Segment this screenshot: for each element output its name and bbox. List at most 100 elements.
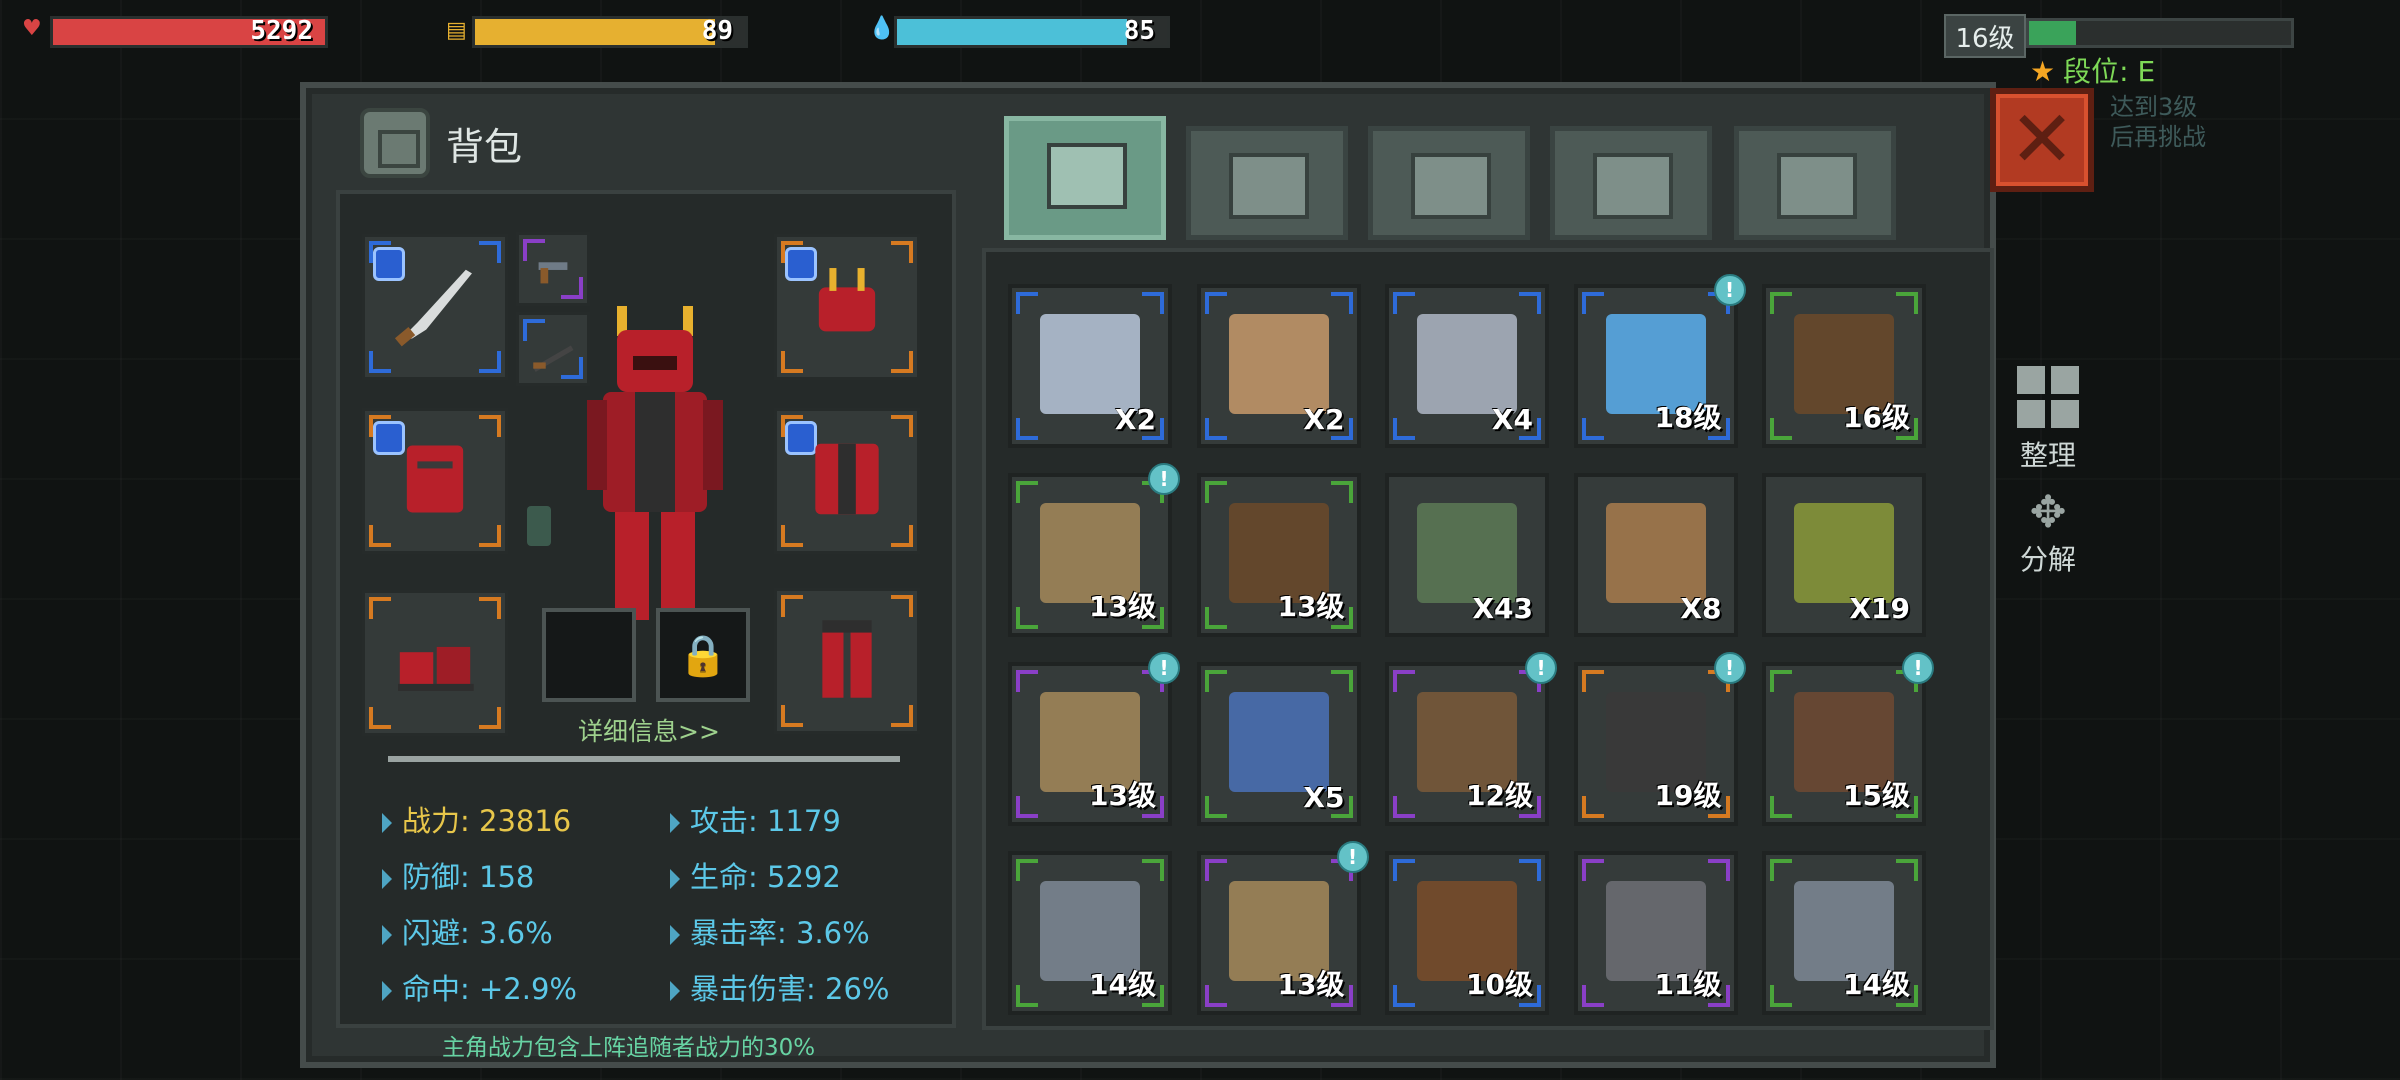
water-drop-icon: 💧	[868, 16, 896, 41]
inventory-slot-pants[interactable]: 13级!	[1008, 652, 1180, 826]
item-quantity: X43	[1472, 592, 1533, 625]
item-quantity: 15级	[1843, 779, 1910, 812]
hunger-bar: 89	[472, 16, 748, 48]
item-quantity: 19级	[1654, 779, 1722, 812]
item-quantity: 16级	[1843, 401, 1910, 434]
new-item-badge: !	[1713, 274, 1746, 306]
inventory-slot-soup-pot[interactable]: X43	[1385, 473, 1549, 637]
inventory-slot-pants[interactable]: 13级!	[1008, 463, 1180, 637]
rank-label: ★ 段位: E	[2030, 50, 2155, 90]
inventory-slot-boots[interactable]: 12级!	[1385, 652, 1557, 826]
decompose-icon: ✥	[2029, 487, 2067, 538]
seed-bag-icon	[1228, 314, 1329, 414]
item-quantity: X19	[1849, 592, 1910, 625]
inventory-slot-rifle[interactable]: 16级	[1762, 284, 1926, 448]
tab-materials[interactable]	[1368, 126, 1530, 240]
helmet-slot[interactable]	[774, 234, 920, 380]
arrow-icon	[670, 981, 680, 1001]
tab-backpack[interactable]	[1004, 116, 1166, 240]
inventory-slot-pants[interactable]: 13级!	[1196, 841, 1369, 1015]
inventory-slot-computer[interactable]: X5	[1196, 662, 1361, 826]
adhesive-icon	[1417, 314, 1517, 414]
herbs-icon	[1794, 503, 1894, 603]
inventory-slot-electric-blade[interactable]: 18级!	[1573, 274, 1746, 448]
close-button[interactable]: ✕	[1990, 88, 2094, 192]
new-item-badge: !	[1148, 463, 1180, 495]
stat-attack-text: 攻击: 1179	[690, 804, 841, 838]
weapon-slot-sub1[interactable]	[516, 232, 590, 306]
inventory-slot-herbs[interactable]: X19	[1762, 473, 1926, 637]
rank-text: 段位: E	[2063, 55, 2156, 88]
arrow-icon	[382, 813, 392, 833]
inventory-slot-seed-bag[interactable]: X2	[1196, 284, 1361, 448]
stat-life-text: 生命: 5292	[690, 860, 841, 894]
decompose-label: 分解	[2019, 543, 2076, 576]
backpack-icon	[1047, 143, 1127, 209]
item-quantity: 12级	[1466, 779, 1533, 812]
medkit-icon	[1229, 153, 1309, 219]
stat-dodge-text: 闪避: 3.6%	[402, 916, 553, 950]
arrow-icon	[382, 925, 392, 945]
item-quantity: 13级	[1277, 590, 1345, 623]
samurai-helmet-icon	[818, 268, 876, 332]
inventory-slot-revolver[interactable]: 14级	[1762, 851, 1926, 1015]
inventory-slot-grain-sack[interactable]: X8	[1573, 473, 1738, 637]
item-quantity: X4	[1491, 403, 1533, 436]
new-item-badge: !	[1525, 652, 1557, 684]
item-quantity: 13级	[1089, 590, 1156, 623]
panel-title: 背包	[446, 124, 523, 169]
tab-tools[interactable]	[1734, 126, 1896, 240]
item-quantity: 10级	[1466, 968, 1533, 1001]
item-quantity: X5	[1303, 781, 1345, 814]
armor-slot[interactable]	[362, 408, 508, 554]
arrow-icon	[670, 869, 680, 889]
stat-crit-rate: 暴击率: 3.6%	[670, 910, 870, 952]
lock-icon: 🔒	[678, 632, 728, 679]
boots-slot[interactable]	[362, 590, 508, 736]
water-value: 85	[1123, 16, 1155, 46]
item-quantity: 13级	[1089, 779, 1156, 812]
item-quantity: X2	[1303, 403, 1345, 436]
inventory-slot-leather-jacket[interactable]: 15级!	[1762, 652, 1934, 826]
stat-crit-damage-text: 暴击伤害: 26%	[690, 972, 890, 1006]
jacket-slot[interactable]	[774, 408, 920, 554]
level-progress-bar	[2026, 18, 2294, 48]
stat-hit-text: 命中: +2.9%	[402, 972, 577, 1006]
pants-slot[interactable]	[774, 588, 920, 734]
level-badge: 16级	[1944, 14, 2026, 58]
inventory-slot-adhesive[interactable]: X4	[1385, 284, 1549, 448]
star-icon: ★	[2030, 55, 2056, 88]
stat-crit-damage: 暴击伤害: 26%	[670, 966, 889, 1008]
hunger-value: 89	[701, 16, 733, 46]
stat-defense-text: 防御: 158	[402, 860, 535, 894]
inventory-slot-pistol[interactable]: 11级	[1573, 851, 1738, 1015]
food-icon: ▤	[446, 18, 467, 43]
panel-header: 背包	[360, 108, 522, 178]
arrow-icon	[382, 869, 392, 889]
weapon-slot-melee[interactable]	[362, 234, 508, 380]
item-quantity: 14级	[1089, 968, 1156, 1001]
item-quantity: X2	[1114, 403, 1156, 436]
stat-life: 生命: 5292	[670, 854, 841, 896]
health-bar: 5292	[50, 16, 328, 48]
sort-button[interactable]: 整理	[2012, 366, 2084, 474]
new-item-badge: !	[1902, 652, 1934, 684]
arrow-icon	[670, 813, 680, 833]
backpack-icon	[360, 108, 430, 178]
decompose-button[interactable]: ✥ 分解	[2008, 488, 2088, 578]
stat-crit-rate-text: 暴击率: 3.6%	[690, 916, 870, 950]
inventory-slot-map[interactable]: X2	[1008, 284, 1172, 448]
locked-hint-line2: 后再挑战	[2110, 123, 2206, 151]
detail-info-link[interactable]: 详细信息>>	[578, 712, 720, 748]
tab-medical[interactable]	[1186, 126, 1348, 240]
chest-armor-icon	[406, 445, 464, 513]
inventory-slot-crossbow[interactable]: 19级!	[1573, 652, 1746, 826]
inventory-slot-revolver[interactable]: 14级	[1008, 851, 1172, 1015]
arrow-icon	[670, 925, 680, 945]
inventory-slot-shotgun[interactable]: 13级	[1196, 473, 1361, 637]
locked-slot[interactable]: 🔒	[656, 608, 750, 702]
close-icon: ✕	[2009, 95, 2075, 185]
empty-slot[interactable]	[542, 608, 636, 702]
tab-weapons[interactable]	[1550, 126, 1712, 240]
inventory-slot-ak-rifle[interactable]: 10级	[1385, 851, 1549, 1015]
